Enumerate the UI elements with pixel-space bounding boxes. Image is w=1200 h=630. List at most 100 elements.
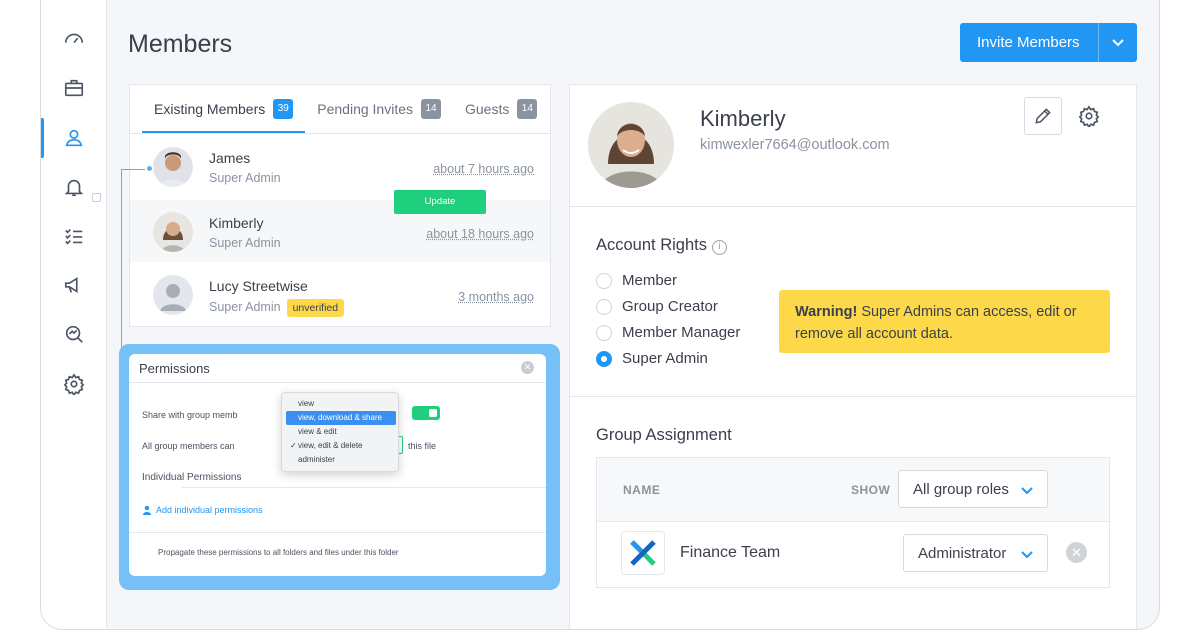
edit-button[interactable] xyxy=(1024,97,1062,135)
tab-existing-members[interactable]: Existing Members 39 xyxy=(142,99,306,133)
dropdown-option[interactable]: administer xyxy=(286,453,396,467)
member-role: Super Admin xyxy=(209,171,281,185)
finance-team-logo-icon xyxy=(630,540,656,566)
members-list-card: Existing Members 39 Pending Invites 14 G… xyxy=(129,84,551,327)
pencil-icon xyxy=(1035,108,1051,124)
count-badge: 14 xyxy=(517,99,538,119)
member-name: Lucy Streetwise xyxy=(209,278,308,294)
unverified-badge: unverified xyxy=(286,299,345,317)
profile-email: kimwexler7664@outlook.com xyxy=(700,137,890,153)
avatar-placeholder-icon xyxy=(153,275,193,315)
col-name-header: NAME xyxy=(623,483,661,497)
permissions-header: Permissions ✕ xyxy=(129,354,546,383)
chevron-down-icon[interactable] xyxy=(1099,38,1137,47)
option-label: view, edit & delete xyxy=(298,441,363,450)
divider xyxy=(570,396,1136,397)
add-individual-label: Add individual permissions xyxy=(156,505,263,515)
close-icon[interactable]: ✕ xyxy=(521,361,534,374)
dropdown-option[interactable]: view xyxy=(286,397,396,411)
propagate-checkbox[interactable] xyxy=(92,193,101,202)
team-name: Finance Team xyxy=(680,544,781,561)
dropdown-option-highlighted[interactable]: view, download & share xyxy=(286,411,396,425)
chevron-down-icon xyxy=(1021,546,1033,563)
count-badge: 14 xyxy=(421,99,441,119)
account-rights-heading: Account Rights i xyxy=(596,236,727,255)
tab-pending-invites[interactable]: Pending Invites 14 xyxy=(305,99,453,133)
checkmark-icon: ✓ xyxy=(290,441,297,450)
account-rights-title: Account Rights xyxy=(596,236,707,254)
permissions-title: Permissions xyxy=(139,361,210,376)
radio-label: Member xyxy=(622,272,678,289)
checklist-icon[interactable] xyxy=(62,224,86,248)
radio-label: Super Admin xyxy=(622,350,708,367)
radio-label: Group Creator xyxy=(622,298,718,315)
add-individual-permissions-link[interactable]: Add individual permissions xyxy=(142,505,263,515)
bell-icon[interactable] xyxy=(62,175,86,199)
tab-label: Existing Members xyxy=(154,101,266,117)
sidebar-active-indicator xyxy=(41,118,44,158)
radio-circle xyxy=(596,324,612,341)
radio-member-manager[interactable]: Member Manager xyxy=(596,324,740,341)
radio-super-admin[interactable]: Super Admin xyxy=(596,350,708,367)
radio-group-creator[interactable]: Group Creator xyxy=(596,298,718,315)
radio-circle xyxy=(596,298,612,315)
individual-permissions-title: Individual Permissions xyxy=(142,472,242,483)
member-role: Super Admin xyxy=(209,300,281,314)
user-icon[interactable] xyxy=(62,126,86,150)
info-icon[interactable]: i xyxy=(711,240,727,255)
member-name: James xyxy=(209,150,251,166)
search-analytics-icon[interactable] xyxy=(62,322,86,346)
connector-dot xyxy=(145,164,154,173)
team-role-select[interactable]: Administrator xyxy=(903,534,1048,572)
last-active-time: about 18 hours ago xyxy=(426,227,534,241)
profile-avatar xyxy=(588,102,674,188)
tab-label: Pending Invites xyxy=(317,101,413,117)
divider xyxy=(570,206,1136,207)
member-tabs: Existing Members 39 Pending Invites 14 G… xyxy=(130,85,550,134)
permission-dropdown-menu: view view, download & share view & edit … xyxy=(281,392,399,472)
radio-circle xyxy=(596,272,612,289)
team-logo xyxy=(621,531,665,575)
tab-label: Guests xyxy=(465,101,510,117)
member-name: Kimberly xyxy=(209,215,264,231)
dropdown-option[interactable]: view & edit xyxy=(286,425,396,439)
propagate-label: Propagate these permissions to all folde… xyxy=(158,548,399,557)
all-members-label: All group members can xyxy=(142,441,235,451)
user-add-icon xyxy=(143,505,151,515)
dashboard-icon[interactable] xyxy=(62,27,86,51)
share-with-group-label: Share with group memb xyxy=(142,410,238,420)
last-active-time: about 7 hours ago xyxy=(433,162,534,176)
share-toggle[interactable] xyxy=(412,406,440,420)
member-role: Super Admin xyxy=(209,236,281,250)
dropdown-option-checked[interactable]: ✓ view, edit & delete xyxy=(286,439,396,453)
briefcase-icon[interactable] xyxy=(62,76,86,100)
chevron-down-icon xyxy=(1021,482,1033,499)
count-badge: 39 xyxy=(273,99,294,119)
update-button[interactable]: Update xyxy=(394,190,486,214)
group-assignment-title: Group Assignment xyxy=(596,426,732,444)
megaphone-icon[interactable] xyxy=(62,273,86,297)
tab-guests[interactable]: Guests 14 xyxy=(453,99,549,133)
member-row[interactable]: Lucy Streetwise Super Admin unverified 3 … xyxy=(130,263,550,325)
member-row[interactable]: James Super Admin about 7 hours ago xyxy=(130,135,550,197)
divider xyxy=(182,487,546,488)
warning-bold: Warning! xyxy=(795,304,858,320)
invite-members-button[interactable]: Invite Members xyxy=(960,23,1137,62)
remove-icon[interactable]: ✕ xyxy=(1066,542,1087,563)
profile-name: Kimberly xyxy=(700,106,786,131)
settings-icon[interactable] xyxy=(1077,104,1101,128)
radio-member[interactable]: Member xyxy=(596,272,677,289)
member-role-line: Super Admin unverified xyxy=(209,299,345,317)
this-file-label: this file xyxy=(408,441,437,451)
avatar xyxy=(153,147,193,187)
last-active-time: 3 months ago xyxy=(458,290,534,304)
radio-circle-selected xyxy=(596,350,612,367)
invite-members-label: Invite Members xyxy=(977,34,1080,51)
settings-icon[interactable] xyxy=(62,372,86,396)
avatar xyxy=(153,212,193,252)
col-show-header: SHOW xyxy=(851,483,891,497)
group-roles-filter[interactable]: All group roles xyxy=(898,470,1048,508)
member-row[interactable]: Kimberly Super Admin about 18 hours ago xyxy=(130,200,550,262)
connector-line xyxy=(121,169,149,349)
app-frame: Members Invite Members Existing Members … xyxy=(40,0,1160,630)
